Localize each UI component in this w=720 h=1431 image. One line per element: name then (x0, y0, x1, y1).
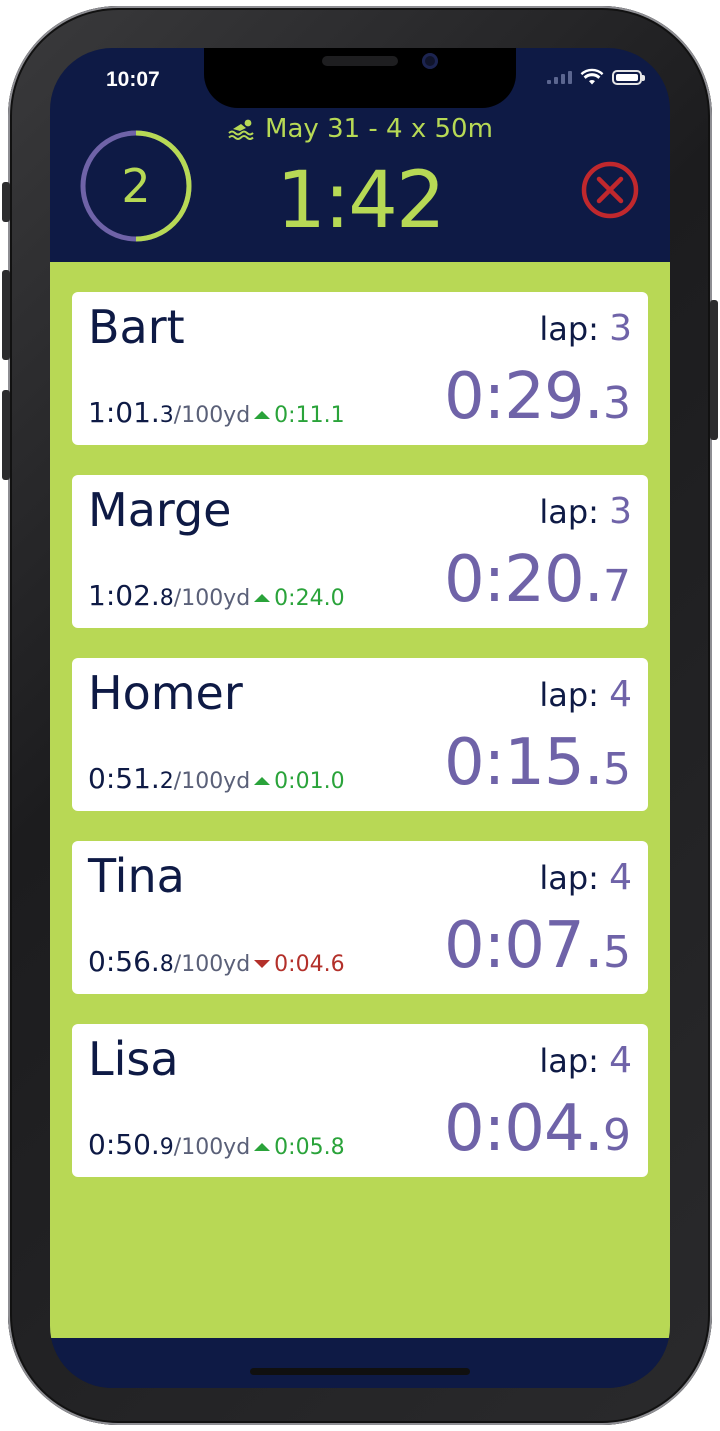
lap-label: lap: (539, 493, 599, 531)
swimmer-card[interactable]: Homer lap: 4 0:51.2/100yd 0:01.0 0:15.5 (72, 658, 648, 811)
swimmer-name: Marge (88, 483, 232, 537)
swimmer-card[interactable]: Lisa lap: 4 0:50.9/100yd 0:05.8 0:04.9 (72, 1024, 648, 1177)
bottom-bar (50, 1338, 670, 1388)
lap-number: 3 (609, 491, 632, 532)
lap-label: lap: (539, 1042, 599, 1080)
pace: 1:02.8/100yd 0:24.0 (88, 579, 345, 612)
home-indicator[interactable] (250, 1368, 470, 1375)
pace-delta: 0:01.0 (254, 769, 345, 794)
session-title: May 31 - 4 x 50m (50, 114, 670, 144)
lap-count: lap: 4 (539, 674, 632, 715)
lap-label: lap: (539, 310, 599, 348)
pace-unit: /100yd (173, 769, 251, 794)
header: 10:07 2 May 31 - 4 x 50m 1:42 (50, 48, 670, 262)
pace: 0:51.2/100yd 0:01.0 (88, 762, 345, 795)
pace-unit: /100yd (173, 952, 251, 977)
lap-number: 4 (609, 1040, 632, 1081)
delta-down-arrow-icon (254, 960, 271, 968)
swimmer-card[interactable]: Marge lap: 3 1:02.8/100yd 0:24.0 0:20.7 (72, 475, 648, 628)
delta-up-arrow-icon (254, 1143, 271, 1151)
delta-up-arrow-icon (254, 777, 271, 785)
lap-count: lap: 3 (539, 308, 632, 349)
volume-down-button (2, 390, 10, 480)
app-screen: 10:07 2 May 31 - 4 x 50m 1:42 Bart lap: … (50, 48, 670, 1388)
swimmer-list: Bart lap: 3 1:01.3/100yd 0:11.1 0:29.3 Ma… (50, 262, 670, 1338)
power-button (710, 300, 718, 440)
status-icons (547, 68, 645, 86)
delta-up-arrow-icon (254, 594, 271, 602)
lap-count: lap: 4 (539, 1040, 632, 1081)
pace-unit: /100yd (173, 403, 251, 428)
pace-unit: /100yd (173, 586, 251, 611)
pace: 0:50.9/100yd 0:05.8 (88, 1128, 345, 1161)
close-button[interactable] (580, 160, 640, 220)
lap-time: 0:15.5 (443, 726, 631, 800)
swimmer-name: Homer (88, 666, 243, 720)
swimmer-card[interactable]: Bart lap: 3 1:01.3/100yd 0:11.1 0:29.3 (72, 292, 648, 445)
lap-time: 0:07.5 (443, 909, 631, 983)
lap-number: 4 (609, 857, 632, 898)
swimmer-name: Bart (88, 300, 185, 354)
lap-time: 0:29.3 (443, 360, 631, 434)
lap-number: 3 (609, 308, 632, 349)
status-time: 10:07 (106, 68, 160, 91)
cellular-signal-icon (547, 70, 572, 84)
lap-count: lap: 3 (539, 491, 632, 532)
volume-up-button (2, 270, 10, 360)
swimmer-name: Lisa (88, 1032, 179, 1086)
swimmer-name: Tina (88, 849, 185, 903)
lap-label: lap: (539, 676, 599, 714)
pace-unit: /100yd (173, 1135, 251, 1160)
pace-delta: 0:04.6 (254, 952, 345, 977)
lap-number: 4 (609, 674, 632, 715)
swimmer-card[interactable]: Tina lap: 4 0:56.8/100yd 0:04.6 0:07.5 (72, 841, 648, 994)
pace-delta: 0:24.0 (254, 586, 345, 611)
lap-time: 0:04.9 (443, 1092, 631, 1166)
earpiece-speaker (322, 56, 398, 66)
lap-label: lap: (539, 859, 599, 897)
pace-delta: 0:05.8 (254, 1135, 345, 1160)
front-camera (422, 53, 438, 69)
elapsed-time: 1:42 (276, 156, 445, 246)
notch (204, 48, 516, 108)
session-title-text: May 31 - 4 x 50m (265, 114, 493, 144)
battery-icon (612, 69, 645, 85)
pace: 1:01.3/100yd 0:11.1 (88, 396, 345, 429)
lap-count: lap: 4 (539, 857, 632, 898)
mute-switch (2, 182, 10, 222)
swimmer-icon (228, 119, 254, 140)
wifi-icon (580, 68, 604, 85)
lap-time: 0:20.7 (443, 543, 631, 617)
pace: 0:56.8/100yd 0:04.6 (88, 945, 345, 978)
delta-up-arrow-icon (254, 411, 271, 419)
pace-delta: 0:11.1 (254, 403, 345, 428)
